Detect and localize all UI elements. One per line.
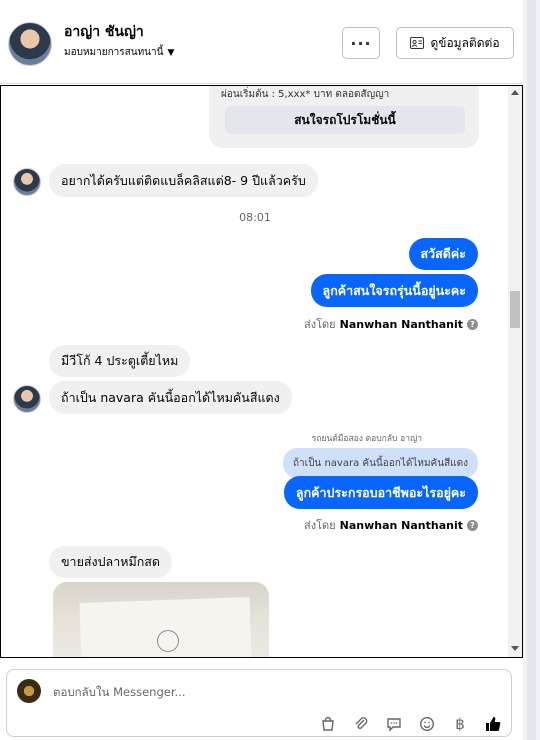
promo-card-text: ผ่อนเริ่มต้น : 5,xxx* บาท ตลอดสัญญา: [221, 89, 390, 100]
composer-toolbar: ฿: [318, 714, 503, 734]
incoming-message[interactable]: มีวีโก้ 4 ประตูเตี้ยไหม: [49, 345, 191, 377]
outgoing-message[interactable]: สวัสดีค่ะ: [408, 238, 478, 270]
contact-avatar[interactable]: [8, 22, 52, 66]
outgoing-message[interactable]: ลูกค้าประกรอบอาชีพอะไรอยู่คะ: [283, 476, 478, 509]
message-composer: ตอบกลับใน Messenger... ฿: [6, 669, 512, 737]
incoming-message[interactable]: อยากได้ครับแต่ติดแบล็คลิสแต่8- 9 ปีแล้วค…: [49, 164, 318, 197]
sender-avatar[interactable]: [13, 168, 41, 196]
promo-interest-button[interactable]: สนใจรถโปรโมชั่นนี้: [225, 106, 465, 134]
contact-card-icon: [410, 37, 425, 49]
sent-by-name: Nanwhan Nanthanit: [339, 518, 463, 532]
help-icon[interactable]: ?: [467, 318, 478, 330]
sent-by-label: ส่งโดย Nanwhan Nanthanit ?: [304, 516, 478, 534]
incoming-message[interactable]: ขายส่งปลาหมึกสด: [49, 546, 173, 578]
emoji-icon[interactable]: [417, 714, 437, 734]
emblem-icon: [157, 630, 179, 652]
caret-down-icon: ▼: [167, 47, 175, 58]
contact-name[interactable]: อาญ่า ชันญ่า: [64, 21, 144, 43]
page-avatar: [17, 679, 41, 703]
image-attachment[interactable]: [53, 582, 269, 657]
conversation-panel: อาญ่า ชันญ่า มอบหมายการสนทนานี้ ▼ ··· ดู…: [0, 0, 523, 740]
side-strip: [523, 0, 540, 740]
side-strip-bar: [527, 0, 536, 740]
reply-meta: รถยนต์มือสอง ตอบกลับ อาญ่า: [311, 434, 422, 444]
scroll-thumb[interactable]: [510, 291, 520, 328]
reply-input[interactable]: ตอบกลับใน Messenger...: [53, 684, 185, 702]
view-contact-label: ดูข้อมูลติดต่อ: [430, 35, 500, 50]
chat-icon[interactable]: [384, 714, 404, 734]
sent-by-prefix: ส่งโดย: [304, 318, 336, 331]
scroll-down-icon[interactable]: [511, 646, 519, 651]
view-contact-button[interactable]: ดูข้อมูลติดต่อ: [396, 27, 514, 59]
assign-conversation-dropdown[interactable]: มอบหมายการสนทนานี้ ▼: [64, 45, 174, 60]
sent-by-prefix: ส่งโดย: [304, 519, 336, 532]
scroll-up-icon[interactable]: [511, 90, 519, 95]
baht-icon[interactable]: ฿: [450, 714, 470, 734]
incoming-message[interactable]: ถ้าเป็น navara คันนี้ออกได้ไหมคันสีแดง: [49, 381, 292, 414]
timestamp: 08:01: [239, 211, 271, 224]
sent-by-name: Nanwhan Nanthanit: [339, 317, 463, 331]
message-thread[interactable]: ผ่อนเริ่มต้น : 5,xxx* บาท ตลอดสัญญา สนใจ…: [0, 85, 523, 658]
more-options-button[interactable]: ···: [342, 27, 380, 59]
outgoing-message[interactable]: ลูกค้าสนใจรถรุ่นนี้อยู่นะคะ: [310, 274, 478, 307]
bag-icon[interactable]: [318, 714, 338, 734]
like-icon[interactable]: [483, 714, 503, 734]
reply-quote[interactable]: ถ้าเป็น navara คันนี้ออกได้ไหมคันสีแดง: [283, 448, 478, 478]
promo-card: ผ่อนเริ่มต้น : 5,xxx* บาท ตลอดสัญญา สนใจ…: [209, 86, 479, 148]
attach-icon[interactable]: [351, 714, 371, 734]
conversation-header: อาญ่า ชันญ่า มอบหมายการสนทนานี้ ▼ ··· ดู…: [0, 0, 523, 84]
sent-by-label: ส่งโดย Nanwhan Nanthanit ?: [304, 315, 478, 333]
assign-label: มอบหมายการสนทนานี้: [64, 47, 164, 58]
help-icon[interactable]: ?: [467, 519, 478, 531]
sender-avatar[interactable]: [13, 385, 41, 413]
thread-scrollbar[interactable]: [508, 86, 522, 657]
